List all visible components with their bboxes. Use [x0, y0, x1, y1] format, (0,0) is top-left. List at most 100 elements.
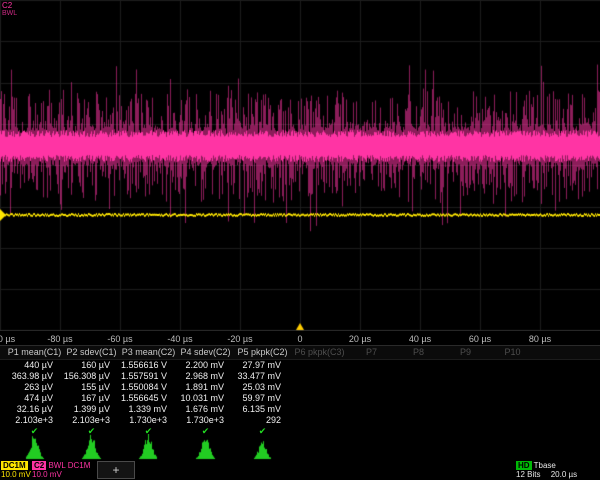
- meas-value: 1.557591 V: [120, 371, 177, 382]
- meas-value: [348, 360, 395, 371]
- c1-coupling-badge: DC1M: [1, 461, 28, 470]
- meas-value: [395, 415, 442, 426]
- meas-value: [395, 393, 442, 404]
- meas-value: [442, 415, 489, 426]
- meas-value: [489, 371, 536, 382]
- meas-header-p7[interactable]: P7: [348, 346, 395, 359]
- histicon-strip: [0, 434, 600, 460]
- meas-value: 440 µV: [6, 360, 63, 371]
- meas-value: [489, 382, 536, 393]
- meas-header-p8[interactable]: P8: [395, 346, 442, 359]
- time-axis-label: -60 µs: [107, 333, 132, 345]
- meas-value: [395, 360, 442, 371]
- measurement-table: P1 mean(C1)P2 sdev(C1)P3 mean(C2)P4 sdev…: [0, 345, 600, 437]
- meas-value: [291, 415, 348, 426]
- hd-badge: HD: [516, 461, 532, 470]
- meas-value: [348, 371, 395, 382]
- meas-header-p9[interactable]: P9: [442, 346, 489, 359]
- c2-trace-label: C2 BWL: [2, 2, 17, 18]
- meas-value: 160 µV: [63, 360, 120, 371]
- meas-value: [489, 404, 536, 415]
- meas-value: 1.339 mV: [120, 404, 177, 415]
- meas-value: 292: [234, 415, 291, 426]
- time-axis-label: 40 µs: [409, 333, 431, 345]
- meas-header-p6[interactable]: P6 pkpk(C3): [291, 346, 348, 359]
- meas-value: [442, 360, 489, 371]
- meas-value: 32.16 µV: [6, 404, 63, 415]
- meas-value: 1.676 mV: [177, 404, 234, 415]
- c2-trace-label-line2: BWL: [2, 10, 17, 18]
- c1-scale: 10.0 mV: [1, 470, 29, 479]
- meas-value: 2.103e+3: [6, 415, 63, 426]
- meas-row: 32.16 µV1.399 µV1.339 mV1.676 mV6.135 mV: [0, 404, 600, 415]
- meas-value: [291, 360, 348, 371]
- meas-value: [395, 371, 442, 382]
- meas-header-p5[interactable]: P5 pkpk(C2): [234, 346, 291, 359]
- meas-value: [348, 415, 395, 426]
- meas-value: [348, 393, 395, 404]
- meas-value: 1.891 mV: [177, 382, 234, 393]
- time-axis-label: -100 µs: [0, 333, 15, 345]
- time-axis-label: -20 µs: [227, 333, 252, 345]
- time-axis-label: -80 µs: [47, 333, 72, 345]
- time-axis-label: 20 µs: [349, 333, 371, 345]
- meas-value: [489, 360, 536, 371]
- meas-value: 474 µV: [6, 393, 63, 404]
- meas-header-p10[interactable]: P10: [489, 346, 536, 359]
- meas-value: 156.308 µV: [63, 371, 120, 382]
- time-axis-label: 60 µs: [469, 333, 491, 345]
- meas-value: 2.200 mV: [177, 360, 234, 371]
- meas-row: 363.98 µV156.308 µV1.557591 V2.968 mV33.…: [0, 371, 600, 382]
- timebase-descriptor[interactable]: HD Tbase 12 Bits 20.0 µs: [516, 461, 600, 479]
- tbase-bits: 12 Bits: [516, 470, 540, 479]
- meas-value: [395, 382, 442, 393]
- meas-value: 2.103e+3: [63, 415, 120, 426]
- meas-value: [442, 404, 489, 415]
- meas-header-p4[interactable]: P4 sdev(C2): [177, 346, 234, 359]
- c2-descriptor[interactable]: C2 BWL DC1M 10.0 mV: [32, 461, 94, 479]
- meas-row: 2.103e+32.103e+31.730e+31.730e+3292: [0, 415, 600, 426]
- waveform-grid[interactable]: C2 BWL: [0, 0, 600, 331]
- meas-value: 33.477 mV: [234, 371, 291, 382]
- tbase-label: Tbase: [534, 461, 556, 470]
- time-axis-label: -40 µs: [167, 333, 192, 345]
- c2-coupling-label: DC1M: [68, 461, 91, 470]
- meas-value: [395, 404, 442, 415]
- meas-value: [489, 415, 536, 426]
- c2-bwl-label: BWL: [48, 461, 65, 470]
- histicon-canvas: [0, 434, 600, 460]
- meas-value: [348, 404, 395, 415]
- time-axis-label: 80 µs: [529, 333, 551, 345]
- meas-value: [291, 393, 348, 404]
- meas-value: 1.730e+3: [120, 415, 177, 426]
- meas-value: 363.98 µV: [6, 371, 63, 382]
- meas-value: [291, 404, 348, 415]
- c2-trace-label-line1: C2: [2, 2, 17, 10]
- meas-value: 27.97 mV: [234, 360, 291, 371]
- add-trace-button[interactable]: +: [97, 461, 135, 479]
- meas-row: 474 µV167 µV1.556645 V10.031 mV59.97 mV: [0, 393, 600, 404]
- meas-row: 440 µV160 µV1.556616 V2.200 mV27.97 mV: [0, 360, 600, 371]
- c2-channel-badge: C2: [32, 461, 46, 470]
- meas-value: 2.968 mV: [177, 371, 234, 382]
- time-axis: -100 µs-80 µs-60 µs-40 µs-20 µs020 µs40 …: [0, 333, 600, 345]
- meas-value: 155 µV: [63, 382, 120, 393]
- status-bar: DC1M 10.0 mV C2 BWL DC1M 10.0 mV + HD Tb…: [0, 461, 600, 480]
- tbase-scale: 20.0 µs: [551, 470, 577, 479]
- meas-header-p1[interactable]: P1 mean(C1): [6, 346, 63, 359]
- meas-value: 1.550084 V: [120, 382, 177, 393]
- meas-value: [291, 371, 348, 382]
- meas-value: [489, 393, 536, 404]
- meas-header-p3[interactable]: P3 mean(C2): [120, 346, 177, 359]
- meas-value: 1.730e+3: [177, 415, 234, 426]
- meas-value: [291, 382, 348, 393]
- meas-header-p2[interactable]: P2 sdev(C1): [63, 346, 120, 359]
- meas-value: 59.97 mV: [234, 393, 291, 404]
- meas-value: 1.556616 V: [120, 360, 177, 371]
- meas-value: 1.399 µV: [63, 404, 120, 415]
- meas-value: 6.135 mV: [234, 404, 291, 415]
- c2-scale: 10.0 mV: [32, 470, 94, 479]
- c1-descriptor[interactable]: DC1M 10.0 mV: [1, 461, 29, 479]
- meas-value: [442, 382, 489, 393]
- meas-value: 167 µV: [63, 393, 120, 404]
